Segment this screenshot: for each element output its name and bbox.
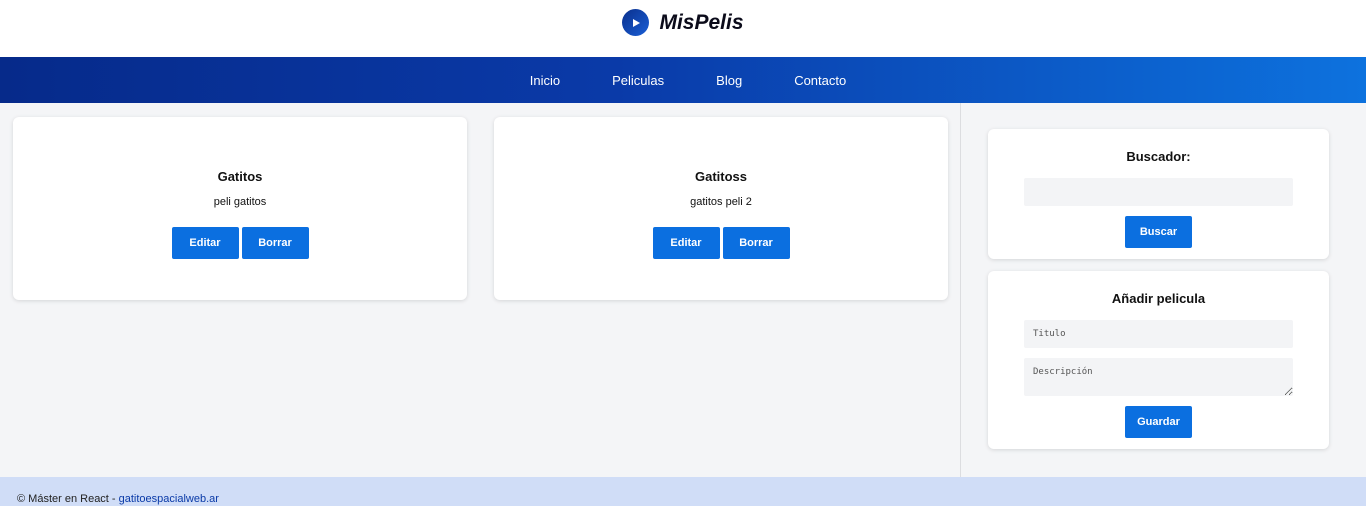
delete-button[interactable]: Borrar (722, 227, 790, 259)
search-heading: Buscador: (1126, 149, 1191, 164)
search-input[interactable] (1024, 178, 1293, 206)
movie-card: Gatitos peli gatitos Editar Borrar (13, 117, 467, 300)
add-movie-panel: Añadir pelicula Guardar (988, 271, 1329, 449)
site-footer: © Máster en React - gatitoespacialweb.ar (0, 477, 1366, 506)
site-header: MisPelis (0, 0, 1366, 57)
search-panel: Buscador: Buscar (988, 129, 1329, 259)
movie-description: gatitos peli 2 (690, 196, 752, 208)
search-button[interactable]: Buscar (1125, 216, 1192, 248)
movie-actions: Editar Borrar (494, 227, 948, 259)
description-textarea[interactable] (1024, 358, 1293, 396)
brand-logo[interactable]: MisPelis (622, 9, 744, 36)
edit-button[interactable]: Editar (652, 227, 720, 259)
nav-item-blog[interactable]: Blog (690, 73, 768, 88)
movie-title: Gatitos (217, 169, 263, 184)
edit-button[interactable]: Editar (171, 227, 239, 259)
brand-name: MisPelis (659, 10, 744, 34)
movie-actions: Editar Borrar (13, 227, 467, 259)
movie-list: Gatitos peli gatitos Editar Borrar Gatit… (0, 103, 960, 477)
nav-item-peliculas[interactable]: Peliculas (586, 73, 690, 88)
save-button[interactable]: Guardar (1125, 406, 1192, 438)
nav-item-contacto[interactable]: Contacto (768, 73, 872, 88)
main-nav: Inicio Peliculas Blog Contacto (0, 57, 1366, 103)
title-input[interactable] (1024, 320, 1293, 348)
nav-item-inicio[interactable]: Inicio (504, 73, 586, 88)
delete-button[interactable]: Borrar (241, 227, 309, 259)
play-icon (622, 9, 650, 36)
movie-title: Gatitoss (694, 169, 747, 184)
movie-card: Gatitoss gatitos peli 2 Editar Borrar (494, 117, 948, 300)
copyright-text: © Máster en React - (17, 493, 119, 505)
footer-link[interactable]: gatitoespacialweb.ar (119, 493, 219, 505)
add-movie-heading: Añadir pelicula (1111, 291, 1206, 306)
movie-description: peli gatitos (213, 196, 267, 208)
sidebar: Buscador: Buscar Añadir pelicula Guardar (960, 103, 1366, 477)
